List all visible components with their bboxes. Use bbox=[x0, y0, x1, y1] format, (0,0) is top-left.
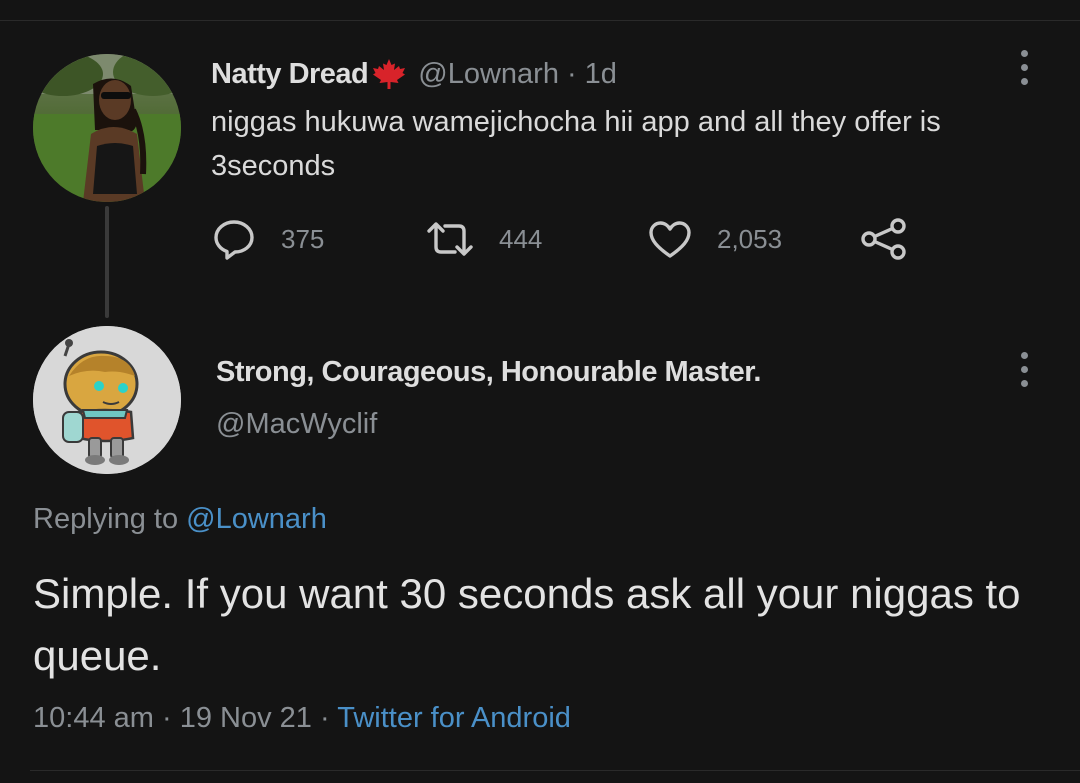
replying-to: Replying to @Lownarh bbox=[33, 503, 327, 536]
share-icon bbox=[861, 218, 906, 260]
reply-user-handle[interactable]: @MacWyclif bbox=[216, 408, 377, 441]
meta-separator: · bbox=[319, 702, 330, 734]
reply-more-options-icon[interactable] bbox=[1018, 352, 1030, 387]
retweet-icon bbox=[427, 222, 473, 256]
bottom-divider bbox=[30, 770, 1080, 771]
tweet-header: Natty Dread @Lownarh · 1d bbox=[211, 54, 617, 94]
like-button[interactable]: 2,053 bbox=[647, 215, 782, 263]
meta-separator: · bbox=[161, 702, 172, 734]
replying-prefix: Replying to bbox=[33, 503, 179, 535]
tweet-actions: 375 444 2,053 bbox=[211, 215, 931, 263]
reply-text: Simple. If you want 30 seconds ask all y… bbox=[33, 570, 1021, 679]
maple-leaf-icon bbox=[370, 58, 408, 90]
avatar-photo-icon bbox=[33, 54, 181, 202]
replying-handle-link[interactable]: @Lownarh bbox=[186, 503, 327, 535]
reply-display-name[interactable]: Strong, Courageous, Honourable Master. bbox=[216, 356, 761, 389]
reply-count: 375 bbox=[281, 223, 325, 254]
retweet-button[interactable]: 444 bbox=[425, 215, 542, 263]
separator: · bbox=[566, 57, 577, 90]
user-handle[interactable]: @Lownarh bbox=[418, 58, 559, 91]
like-count: 2,053 bbox=[717, 223, 783, 254]
thread-connector bbox=[105, 206, 109, 318]
top-divider bbox=[0, 20, 1080, 21]
heart-icon bbox=[649, 221, 691, 258]
more-options-icon[interactable] bbox=[1018, 50, 1030, 85]
reply-button[interactable]: 375 bbox=[211, 215, 324, 263]
avatar-natty-dread[interactable] bbox=[33, 54, 181, 202]
reply-icon bbox=[214, 220, 254, 260]
source-link[interactable]: Twitter for Android bbox=[337, 702, 571, 734]
tweet-screenshot: Natty Dread @Lownarh · 1d niggas hukuwa … bbox=[0, 0, 1080, 783]
share-button[interactable] bbox=[859, 215, 909, 263]
avatar-macwyclif[interactable] bbox=[33, 326, 181, 474]
tweet-text: niggas hukuwa wamejichocha hii app and a… bbox=[211, 106, 941, 182]
reply-time[interactable]: 10:44 am bbox=[33, 702, 154, 734]
retweet-count: 444 bbox=[499, 223, 543, 254]
cartoon-avatar-icon bbox=[33, 326, 181, 474]
tweet-age[interactable]: 1d bbox=[585, 58, 617, 91]
display-name[interactable]: Natty Dread bbox=[211, 58, 369, 91]
reply-date[interactable]: 19 Nov 21 bbox=[180, 702, 312, 734]
reply-meta: 10:44 am · 19 Nov 21 · Twitter for Andro… bbox=[33, 702, 571, 735]
